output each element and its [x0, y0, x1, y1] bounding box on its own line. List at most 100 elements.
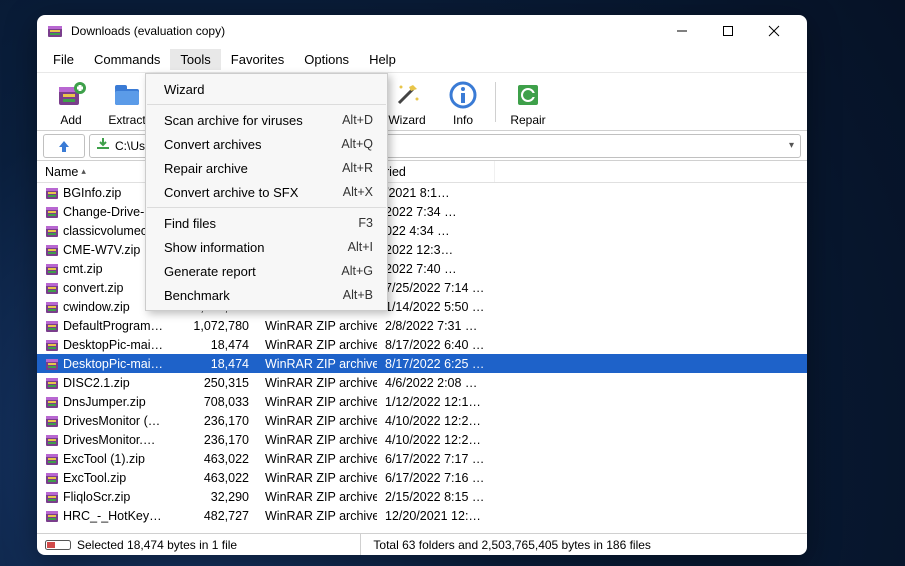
sort-asc-icon: ▴: [81, 166, 86, 177]
up-button[interactable]: [43, 134, 85, 158]
tools-dropdown: WizardScan archive for virusesAlt+DConve…: [145, 73, 388, 311]
menu-item-shortcut: Alt+X: [343, 185, 373, 199]
toolbar-separator: [495, 82, 496, 122]
toolbar-repair[interactable]: Repair: [500, 75, 556, 129]
menu-item-show-information[interactable]: Show informationAlt+I: [146, 235, 387, 259]
winrar-app-icon: [47, 23, 63, 39]
window-title: Downloads (evaluation copy): [71, 24, 659, 38]
table-row[interactable]: ExcTool (1).zip463,022WinRAR ZIP archive…: [37, 449, 807, 468]
zip-file-icon: [45, 300, 59, 314]
menu-item-scan-archive-for-viruses[interactable]: Scan archive for virusesAlt+D: [146, 108, 387, 132]
table-row[interactable]: DISC2.1.zip250,315WinRAR ZIP archive4/6/…: [37, 373, 807, 392]
table-row[interactable]: DesktopPic-mai…18,474WinRAR ZIP archive8…: [37, 335, 807, 354]
status-selection: Selected 18,474 bytes in 1 file: [77, 538, 237, 552]
cell-type: WinRAR ZIP archive: [257, 490, 377, 504]
toolbar-info-label: Info: [453, 113, 473, 127]
cell-size: 463,022: [177, 452, 257, 466]
chevron-down-icon[interactable]: ▾: [789, 140, 794, 151]
status-total: Total 63 folders and 2,503,765,405 bytes…: [373, 538, 651, 552]
table-row[interactable]: FliqloScr.zip32,290WinRAR ZIP archive2/1…: [37, 487, 807, 506]
zip-file-icon: [45, 357, 59, 371]
menu-item-find-files[interactable]: Find filesF3: [146, 211, 387, 235]
toolbar-extract-label: Extract: [108, 113, 145, 127]
maximize-button[interactable]: [705, 15, 751, 47]
menu-item-repair-archive[interactable]: Repair archiveAlt+R: [146, 156, 387, 180]
zip-file-icon: [45, 509, 59, 523]
wizard-icon: [391, 79, 423, 111]
zip-file-icon: [45, 243, 59, 257]
menu-item-label: Show information: [164, 240, 264, 255]
zip-file-icon: [45, 205, 59, 219]
cell-name: DrivesMonitor.…: [37, 433, 177, 447]
file-name: ExcTool.zip: [63, 471, 126, 485]
zip-file-icon: [45, 376, 59, 390]
cell-type: WinRAR ZIP archive: [257, 471, 377, 485]
menu-favorites[interactable]: Favorites: [221, 49, 294, 70]
table-row[interactable]: DnsJumper.zip708,033WinRAR ZIP archive1/…: [37, 392, 807, 411]
file-name: CME-W7V.zip: [63, 243, 140, 257]
menu-item-shortcut: Alt+B: [343, 288, 373, 302]
toolbar-info[interactable]: Info: [435, 75, 491, 129]
table-row[interactable]: DefaultProgram…1,072,780WinRAR ZIP archi…: [37, 316, 807, 335]
menubar: File Commands Tools Favorites Options He…: [37, 47, 807, 73]
statusbar: Selected 18,474 bytes in 1 file Total 63…: [37, 533, 807, 555]
cell-size: 18,474: [177, 338, 257, 352]
table-row[interactable]: DrivesMonitor.…236,170WinRAR ZIP archive…: [37, 430, 807, 449]
menu-commands[interactable]: Commands: [84, 49, 170, 70]
cell-size: 18,474: [177, 357, 257, 371]
table-row[interactable]: DesktopPic-mai…18,474WinRAR ZIP archive8…: [37, 354, 807, 373]
menu-item-label: Convert archives: [164, 137, 262, 152]
disk-usage-icon: [45, 538, 71, 552]
toolbar-add[interactable]: Add: [43, 75, 99, 129]
cell-type: WinRAR ZIP archive: [257, 433, 377, 447]
file-name: ExcTool (1).zip: [63, 452, 145, 466]
menu-item-label: Benchmark: [164, 288, 230, 303]
cell-modified: 2022 7:34 …: [377, 205, 495, 219]
zip-file-icon: [45, 452, 59, 466]
cell-type: WinRAR ZIP archive: [257, 395, 377, 409]
file-name: HRC_-_HotKey…: [63, 509, 162, 523]
menu-item-label: Scan archive for viruses: [164, 113, 303, 128]
menu-item-shortcut: Alt+R: [342, 161, 373, 175]
cell-name: DefaultProgram…: [37, 319, 177, 333]
menu-item-shortcut: F3: [358, 216, 373, 230]
cell-modified: 4/6/2022 2:08 …: [377, 376, 495, 390]
file-name: DesktopPic-mai…: [63, 357, 163, 371]
menu-options[interactable]: Options: [294, 49, 359, 70]
menu-tools[interactable]: Tools: [170, 49, 220, 70]
file-name: DefaultProgram…: [63, 319, 163, 333]
cell-modified: 2022 12:3…: [377, 243, 495, 257]
menu-file[interactable]: File: [43, 49, 84, 70]
file-name: DISC2.1.zip: [63, 376, 130, 390]
table-row[interactable]: DrivesMonitor (…236,170WinRAR ZIP archiv…: [37, 411, 807, 430]
zip-file-icon: [45, 433, 59, 447]
cell-name: DesktopPic-mai…: [37, 357, 177, 371]
header-modified[interactable]: ried: [377, 161, 495, 182]
cell-modified: 1/12/2022 12:1…: [377, 395, 495, 409]
cell-size: 236,170: [177, 414, 257, 428]
zip-file-icon: [45, 471, 59, 485]
status-left: Selected 18,474 bytes in 1 file: [37, 538, 245, 552]
menu-item-benchmark[interactable]: Benchmark Alt+B: [146, 283, 387, 307]
menu-separator: [147, 104, 386, 105]
zip-file-icon: [45, 281, 59, 295]
info-icon: [447, 79, 479, 111]
menu-item-wizard[interactable]: Wizard: [146, 77, 387, 101]
table-row[interactable]: HRC_-_HotKey…482,727WinRAR ZIP archive12…: [37, 506, 807, 525]
menu-item-convert-archive-to-sfx[interactable]: Convert archive to SFXAlt+X: [146, 180, 387, 204]
cell-modified: 022 4:34 …: [377, 224, 495, 238]
extract-icon: [111, 79, 143, 111]
table-row[interactable]: ExcTool.zip463,022WinRAR ZIP archive6/17…: [37, 468, 807, 487]
down-save-icon: [96, 137, 110, 154]
minimize-button[interactable]: [659, 15, 705, 47]
menu-help[interactable]: Help: [359, 49, 406, 70]
cell-modified: 8/17/2022 6:25 …: [377, 357, 495, 371]
address-path: C:\Us: [115, 139, 145, 153]
cell-name: DISC2.1.zip: [37, 376, 177, 390]
menu-item-convert-archives[interactable]: Convert archivesAlt+Q: [146, 132, 387, 156]
close-button[interactable]: [751, 15, 797, 47]
cell-modified: 2/8/2022 7:31 …: [377, 319, 495, 333]
cell-modified: 2022 7:40 …: [377, 262, 495, 276]
cell-type: WinRAR ZIP archive: [257, 414, 377, 428]
menu-item-generate-report[interactable]: Generate reportAlt+G: [146, 259, 387, 283]
